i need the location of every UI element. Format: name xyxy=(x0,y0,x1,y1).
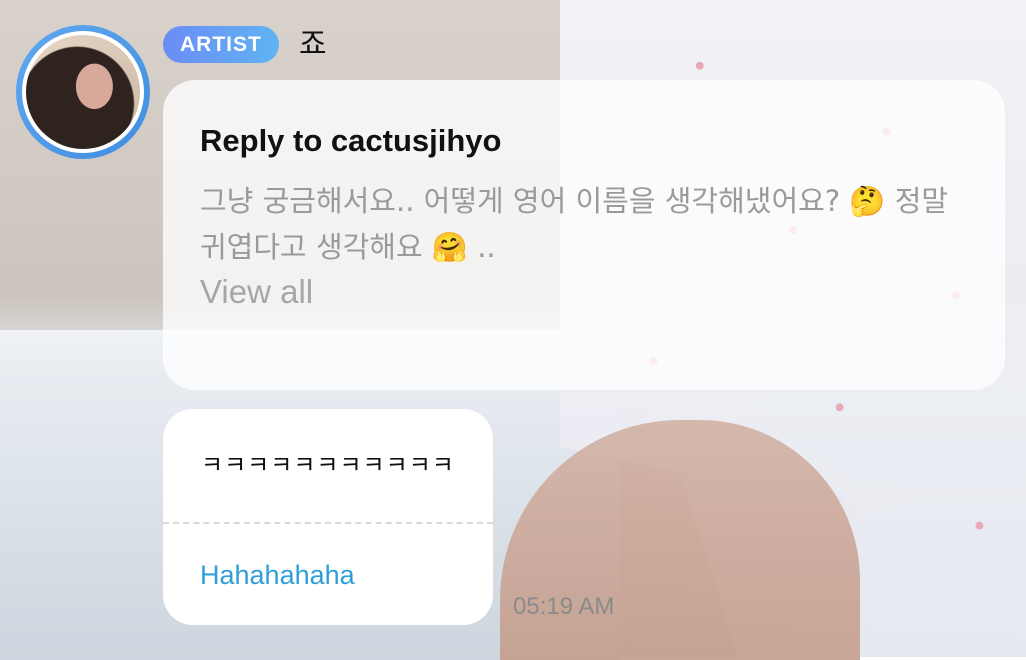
reply-card[interactable]: Reply to cactusjihyo 그냥 궁금해서요.. 어떻게 영어 이… xyxy=(163,80,1005,390)
message-bubble[interactable]: ㅋㅋㅋㅋㅋㅋㅋㅋㅋㅋㅋ Hahahahaha xyxy=(163,409,493,625)
avatar-image xyxy=(22,31,144,153)
message-original-text: ㅋㅋㅋㅋㅋㅋㅋㅋㅋㅋㅋ xyxy=(201,451,455,479)
artist-avatar[interactable] xyxy=(16,25,150,159)
artist-badge-label: ARTIST xyxy=(180,32,262,56)
reply-title: Reply to cactusjihyo xyxy=(200,123,502,158)
view-all-link[interactable]: View all xyxy=(200,272,969,312)
artist-badge: ARTIST xyxy=(163,26,279,63)
artist-name[interactable]: 죠 xyxy=(299,26,327,63)
message-divider xyxy=(163,522,493,524)
message-translation-text: Hahahahaha xyxy=(200,560,355,590)
reply-quote-text: 그냥 궁금해서요.. 어떻게 영어 이름을 생각해냈어요? 🤔 정말 귀엽다고 … xyxy=(200,184,949,264)
message-timestamp: 05:19 AM xyxy=(513,593,615,620)
